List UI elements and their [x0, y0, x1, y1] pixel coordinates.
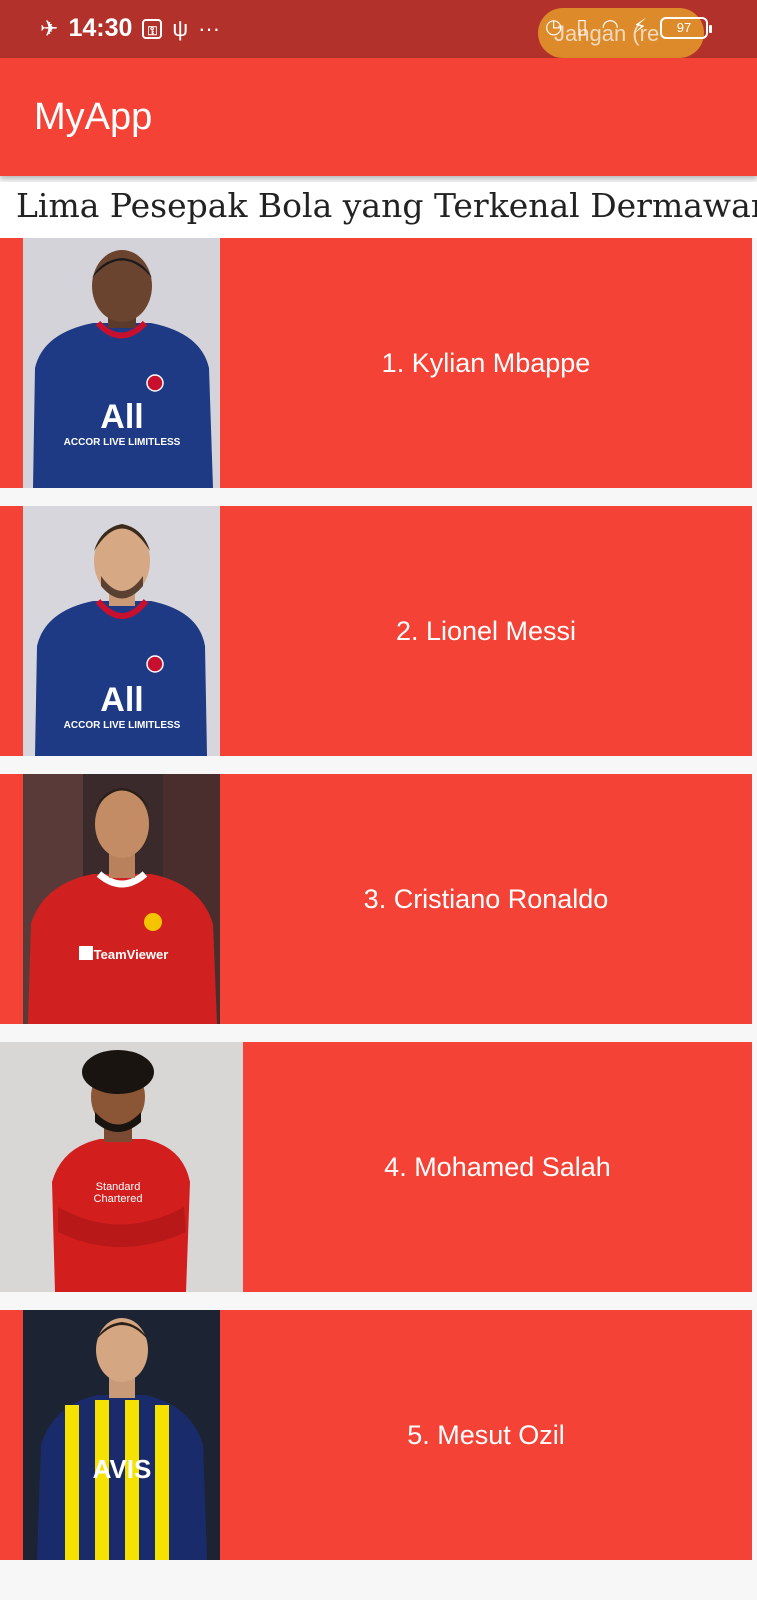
player-photo: All ACCOR LIVE LIMITLESS — [23, 238, 220, 488]
player-card[interactable]: Standard Chartered 4. Mohamed Salah — [0, 1042, 752, 1292]
player-name: 1. Kylian Mbappe — [381, 347, 591, 378]
heading-text: Lima Pesepak Bola yang Terkenal Dermawan — [16, 186, 757, 225]
svg-text:ACCOR LIVE LIMITLESS: ACCOR LIVE LIMITLESS — [64, 720, 181, 731]
player-name: 5. Mesut Ozil — [407, 1419, 565, 1450]
list-heading: Lima Pesepak Bola yang Terkenal Dermawan — [0, 182, 757, 238]
app-title: MyApp — [34, 96, 153, 138]
usb-icon: ψ — [172, 15, 189, 41]
svg-text:AVIS: AVIS — [93, 1454, 152, 1484]
app-bar: MyApp — [0, 58, 757, 176]
vpn-icon: ⚿ — [142, 18, 163, 39]
status-bar: ✈ 14:30 ⚿ ψ ··· Jangan (re ◷ ▯ ◠ ⚡ 97 — [0, 0, 757, 58]
player-card[interactable]: All ACCOR LIVE LIMITLESS 2. Lionel Messi — [0, 506, 752, 756]
svg-text:All: All — [100, 398, 143, 436]
player-name: 4. Mohamed Salah — [384, 1151, 611, 1182]
svg-text:ACCOR LIVE LIMITLESS: ACCOR LIVE LIMITLESS — [64, 437, 181, 448]
player-card[interactable]: AVIS 5. Mesut Ozil — [0, 1310, 752, 1560]
more-icon: ··· — [198, 15, 221, 41]
player-name: 3. Cristiano Ronaldo — [363, 883, 609, 914]
battery-icon: 97 — [660, 17, 712, 39]
wifi-icon: ◠ — [601, 16, 619, 38]
svg-text:Standard: Standard — [96, 1181, 141, 1193]
vibrate-icon: ▯ — [576, 16, 588, 38]
alarm-icon: ◷ — [545, 16, 563, 38]
svg-text:All: All — [100, 681, 143, 719]
charging-icon: ⚡ — [632, 16, 647, 38]
player-photo: All ACCOR LIVE LIMITLESS — [23, 506, 220, 756]
battery-level: 97 — [676, 20, 692, 35]
player-name: 2. Lionel Messi — [395, 615, 577, 646]
airplane-icon: ✈ — [40, 15, 59, 41]
svg-text:Chartered: Chartered — [94, 1193, 143, 1205]
player-photo: AVIS — [23, 1310, 220, 1560]
status-time: 14:30 — [68, 14, 133, 42]
svg-text:TeamViewer: TeamViewer — [94, 947, 169, 962]
player-card[interactable]: TeamViewer 3. Cristiano Ronaldo — [0, 774, 752, 1024]
player-card[interactable]: All ACCOR LIVE LIMITLESS 1. Kylian Mbapp… — [0, 238, 752, 488]
player-photo: Standard Chartered — [0, 1042, 243, 1292]
player-photo: TeamViewer — [23, 774, 220, 1024]
